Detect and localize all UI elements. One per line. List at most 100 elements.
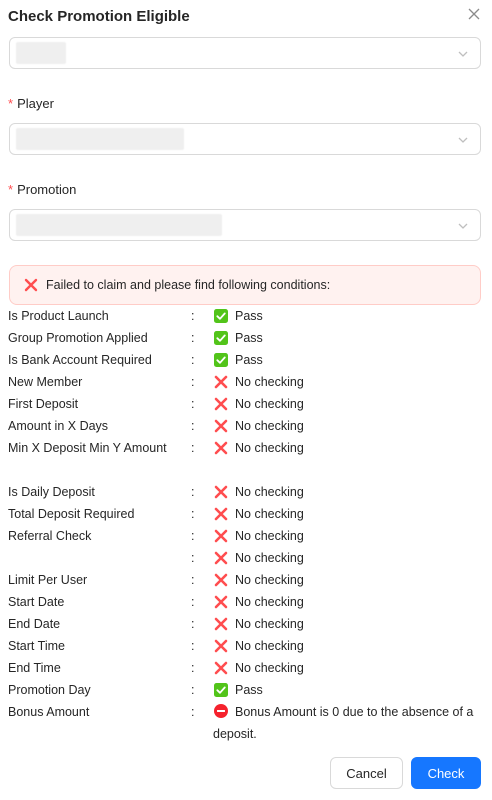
x-icon — [213, 484, 229, 500]
condition-row: New Member: No checking — [8, 371, 484, 393]
alert-text: Failed to claim and please find followin… — [46, 278, 331, 292]
condition-result: No checking — [213, 503, 304, 525]
condition-name: Is Daily Deposit — [8, 485, 95, 499]
x-icon — [213, 418, 229, 434]
check-icon — [213, 352, 229, 368]
condition-separator: : — [191, 529, 195, 543]
x-icon — [213, 396, 229, 412]
player-label-text: Player — [17, 96, 54, 111]
condition-name: Is Product Launch — [8, 309, 109, 323]
promotion-select[interactable] — [9, 209, 481, 241]
condition-result: No checking — [213, 613, 304, 635]
player-select[interactable] — [9, 123, 481, 155]
condition-separator: : — [191, 595, 195, 609]
check-icon — [213, 330, 229, 346]
conditions-list: Is Product Launch: Pass Group Promotion Ap… — [8, 305, 484, 741]
x-icon — [213, 506, 229, 522]
condition-name: Start Time — [8, 639, 65, 653]
condition-result: No checking — [213, 481, 304, 503]
condition-result-text: No checking — [235, 639, 304, 653]
condition-row: First Deposit: No checking — [8, 393, 484, 415]
promotion-label: * Promotion — [8, 182, 76, 197]
condition-separator: : — [191, 375, 195, 389]
condition-row: Total Deposit Required: No checking — [8, 503, 484, 525]
condition-separator: : — [191, 397, 195, 411]
condition-result-text: Bonus Amount is 0 due to the absence of … — [213, 705, 474, 741]
required-mark: * — [8, 182, 14, 197]
selected-value-redacted — [16, 128, 184, 150]
condition-row: Is Product Launch: Pass — [8, 305, 484, 327]
condition-separator: : — [191, 661, 195, 675]
condition-name: End Date — [8, 617, 61, 631]
condition-name: Limit Per User — [8, 573, 88, 587]
cancel-button[interactable]: Cancel — [330, 757, 403, 789]
condition-separator: : — [191, 441, 195, 455]
condition-result-text: Pass — [235, 353, 263, 367]
condition-result-text: Pass — [235, 309, 263, 323]
close-icon[interactable] — [464, 4, 484, 24]
condition-result: Pass — [213, 327, 263, 349]
condition-result-text: No checking — [235, 507, 304, 521]
condition-name: Min X Deposit Min Y Amount — [8, 441, 167, 455]
condition-separator: : — [191, 617, 195, 631]
condition-name: Amount in X Days — [8, 419, 109, 433]
x-icon — [213, 572, 229, 588]
condition-result: Pass — [213, 305, 263, 327]
condition-name: New Member — [8, 375, 83, 389]
condition-separator: : — [191, 507, 195, 521]
condition-result-text: No checking — [235, 617, 304, 631]
condition-result: No checking — [213, 415, 304, 437]
condition-separator: : — [191, 551, 195, 565]
condition-separator: : — [191, 485, 195, 499]
condition-name: Bonus Amount — [8, 705, 90, 719]
condition-result-text: No checking — [235, 397, 304, 411]
selected-value-redacted — [16, 214, 222, 236]
condition-result-text: Pass — [235, 683, 263, 697]
condition-row: Referral Check: No checking — [8, 525, 484, 547]
check-button[interactable]: Check — [411, 757, 481, 789]
x-icon — [213, 616, 229, 632]
x-icon — [213, 440, 229, 456]
condition-separator: : — [191, 639, 195, 653]
error-alert: Failed to claim and please find followin… — [9, 265, 481, 305]
x-icon — [213, 550, 229, 566]
check-icon — [213, 682, 229, 698]
condition-result: No checking — [213, 569, 304, 591]
check-icon — [213, 308, 229, 324]
condition-row: End Time: No checking — [8, 657, 484, 679]
condition-row: Group Promotion Applied: Pass — [8, 327, 484, 349]
condition-name: First Deposit — [8, 397, 79, 411]
condition-row: Amount in X Days: No checking — [8, 415, 484, 437]
condition-result-text: Pass — [235, 331, 263, 345]
condition-result-text: No checking — [235, 661, 304, 675]
condition-result: No checking — [213, 547, 304, 569]
site-select[interactable] — [9, 37, 481, 69]
condition-name: Is Bank Account Required — [8, 353, 152, 367]
condition-separator: : — [191, 573, 195, 587]
condition-separator: : — [191, 683, 195, 697]
condition-name: Total Deposit Required — [8, 507, 135, 521]
condition-row: Start Date: No checking — [8, 591, 484, 613]
condition-separator: : — [191, 309, 195, 323]
condition-row: Is Daily Deposit: No checking — [8, 481, 484, 503]
condition-result: Pass — [213, 679, 263, 701]
chevron-down-icon — [458, 137, 468, 143]
condition-result-text: No checking — [235, 419, 304, 433]
condition-result-text: No checking — [235, 485, 304, 499]
x-icon — [213, 638, 229, 654]
condition-result: No checking — [213, 371, 304, 393]
selected-value-redacted — [16, 42, 66, 64]
x-icon — [213, 660, 229, 676]
condition-result-text: No checking — [235, 551, 304, 565]
condition-result-text: No checking — [235, 441, 304, 455]
condition-name: Promotion Day — [8, 683, 91, 697]
condition-result-text: No checking — [235, 529, 304, 543]
condition-row: Limit Per User: No checking — [8, 569, 484, 591]
condition-separator: : — [191, 353, 195, 367]
condition-result-text: No checking — [235, 573, 304, 587]
condition-name: Group Promotion Applied — [8, 331, 148, 345]
condition-result: Pass — [213, 349, 263, 371]
condition-row: Promotion Day: Pass — [8, 679, 484, 701]
condition-name: Start Date — [8, 595, 65, 609]
player-label: * Player — [8, 96, 54, 111]
